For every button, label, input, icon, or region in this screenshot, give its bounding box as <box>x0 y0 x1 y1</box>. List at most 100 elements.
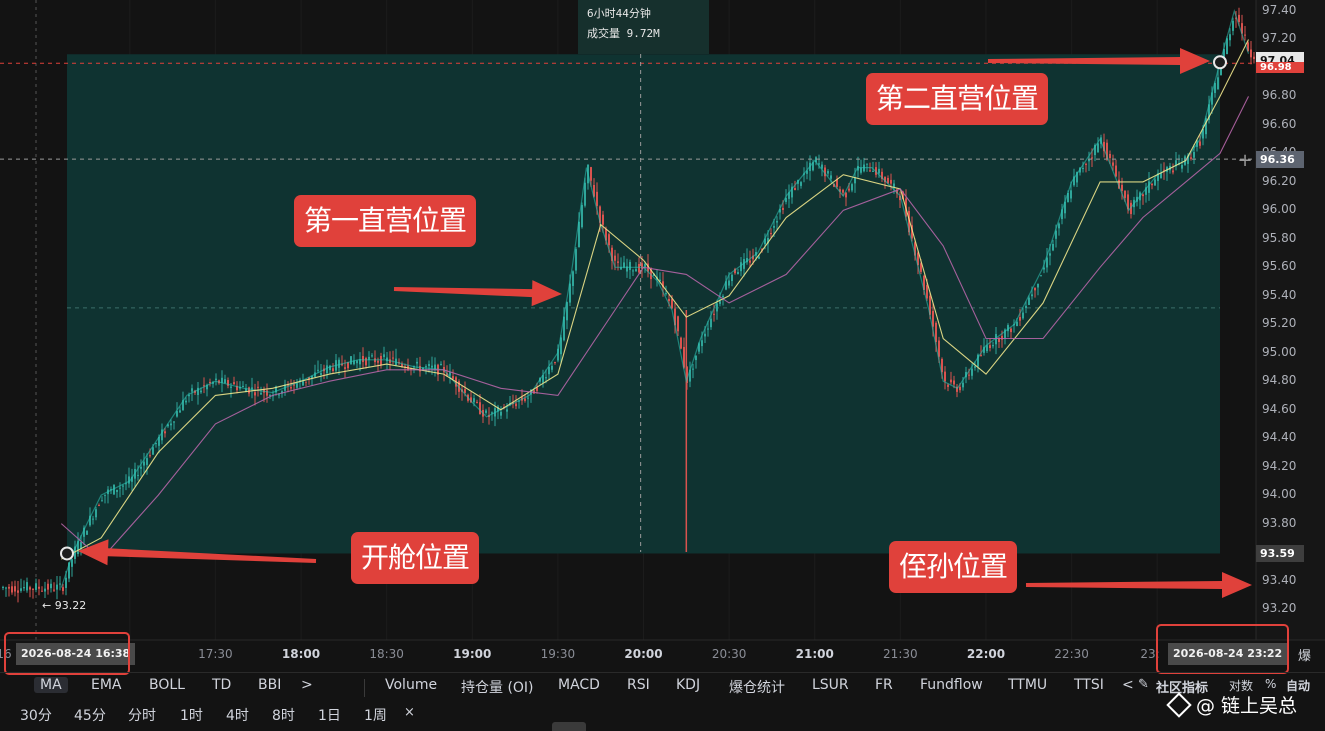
indicator-ttsi[interactable]: TTSI <box>1074 677 1104 693</box>
candle-body <box>719 301 721 304</box>
candle-body <box>362 355 364 363</box>
candle-body <box>731 274 733 282</box>
period-1h[interactable]: 1时 <box>180 705 203 725</box>
candle-body <box>878 168 880 174</box>
chevron-left-icon[interactable]: < <box>1122 677 1134 693</box>
candle-body <box>173 421 175 423</box>
candle-body <box>320 373 322 375</box>
price-axis-tick: 93.20 <box>1262 601 1297 615</box>
price-axis-tick: 95.80 <box>1262 230 1297 245</box>
candle-body <box>962 382 964 388</box>
indicator-boll[interactable]: BOLL <box>149 677 185 693</box>
candle-body <box>1154 179 1156 186</box>
candle-body <box>953 380 955 385</box>
period-timeline[interactable]: 分时 <box>128 705 156 725</box>
candle-body <box>1199 141 1201 146</box>
percent-scale-toggle[interactable]: % <box>1265 677 1276 691</box>
expand-panel-handle[interactable] <box>552 722 586 731</box>
period-45m[interactable]: 45分 <box>74 705 106 725</box>
candle-body <box>56 584 58 590</box>
candle-body <box>1109 153 1111 159</box>
time-axis-tick: 20:00 <box>624 647 663 661</box>
period-30m[interactable]: 30分 <box>20 705 52 725</box>
indicator-bbi[interactable]: BBI <box>258 677 281 693</box>
indicator-open-interest[interactable]: 持仓量 (OI) <box>461 677 534 697</box>
period-8h[interactable]: 8时 <box>272 705 295 725</box>
candle-body <box>665 293 667 295</box>
indicator-kdj[interactable]: KDJ <box>676 677 700 693</box>
candle-body <box>590 167 592 181</box>
indicator-fr[interactable]: FR <box>875 677 893 693</box>
candle-body <box>1085 163 1087 165</box>
period-1w[interactable]: 1周 <box>364 705 387 725</box>
indicator-fundflow[interactable]: Fundflow <box>920 677 983 693</box>
tooltip-volume: 成交量 9.72M <box>587 27 660 40</box>
price-chart[interactable]: + <box>0 0 1325 731</box>
candle-body <box>170 423 172 426</box>
candle-body <box>893 183 895 187</box>
chevron-right-icon[interactable]: > <box>301 677 313 693</box>
second-position-marker <box>1213 55 1227 70</box>
candle-body <box>146 458 148 465</box>
indicator-ma[interactable]: MA <box>34 677 68 693</box>
price-axis-tick: 95.40 <box>1262 287 1297 302</box>
candle-body <box>452 376 454 379</box>
price-axis-tick: 97.40 <box>1262 3 1297 17</box>
edit-icon[interactable]: ✎ <box>1138 677 1149 692</box>
time-axis-tick: 19:30 <box>540 647 576 661</box>
candle-body <box>1151 183 1153 186</box>
candle-body <box>383 354 385 358</box>
candle-body <box>164 431 166 434</box>
candle-body <box>1250 49 1252 58</box>
indicator-rsi[interactable]: RSI <box>627 677 650 693</box>
candle-body <box>596 191 598 206</box>
candle-body <box>1091 157 1093 159</box>
candle-body <box>1238 14 1240 22</box>
candle-body <box>104 494 106 496</box>
candle-body <box>602 214 604 225</box>
crosshair-price-tag: 96.36 <box>1256 151 1304 168</box>
candle-body <box>524 398 526 401</box>
candle-body <box>1232 20 1234 31</box>
candle-body <box>773 225 775 228</box>
candle-body <box>20 588 22 591</box>
candle-body <box>44 588 46 592</box>
low-price-marker: ← 93.22 <box>42 599 87 612</box>
indicator-td[interactable]: TD <box>212 677 231 693</box>
indicator-ema[interactable]: EMA <box>91 677 122 693</box>
price-axis-tick: 96.20 <box>1262 173 1297 188</box>
candle-body <box>425 366 427 368</box>
indicator-ttmu[interactable]: TTMU <box>1008 677 1047 693</box>
indicator-toolbar: MA EMA BOLL TD BBI > Volume 持仓量 (OI) MAC… <box>0 672 1325 700</box>
candle-body <box>581 205 583 228</box>
candle-body <box>749 260 751 263</box>
candle-body <box>260 392 262 395</box>
red-line-price-tag: 96.98 <box>1256 62 1304 73</box>
candle-body <box>980 355 982 357</box>
candle-body <box>140 466 142 469</box>
price-axis-tick: 93.40 <box>1262 572 1297 587</box>
candle-body <box>473 398 475 403</box>
indicator-macd[interactable]: MACD <box>558 677 600 693</box>
indicator-volume[interactable]: Volume <box>385 677 437 693</box>
candle-body <box>5 587 7 589</box>
annotation-second-position: 第二直营位置 <box>866 73 1049 125</box>
indicator-lsur[interactable]: LSUR <box>812 677 849 693</box>
candle-body <box>356 360 358 364</box>
candle-body <box>575 249 577 271</box>
candle-body <box>479 402 481 415</box>
period-4h[interactable]: 4时 <box>226 705 249 725</box>
entry-point-marker <box>60 546 74 561</box>
candle-body <box>1022 312 1024 319</box>
close-icon[interactable]: × <box>404 705 415 720</box>
candle-body <box>1115 165 1117 177</box>
candle-body <box>527 397 529 399</box>
candle-body <box>101 500 103 502</box>
candle-body <box>1229 34 1231 41</box>
period-1d[interactable]: 1日 <box>318 705 341 725</box>
price-axis-tick: 97.20 <box>1262 31 1297 46</box>
candle-body <box>299 379 301 381</box>
indicator-liquidation-stats[interactable]: 爆仓统计 <box>729 677 785 697</box>
candle-body <box>728 280 730 286</box>
candle-body <box>14 586 16 592</box>
